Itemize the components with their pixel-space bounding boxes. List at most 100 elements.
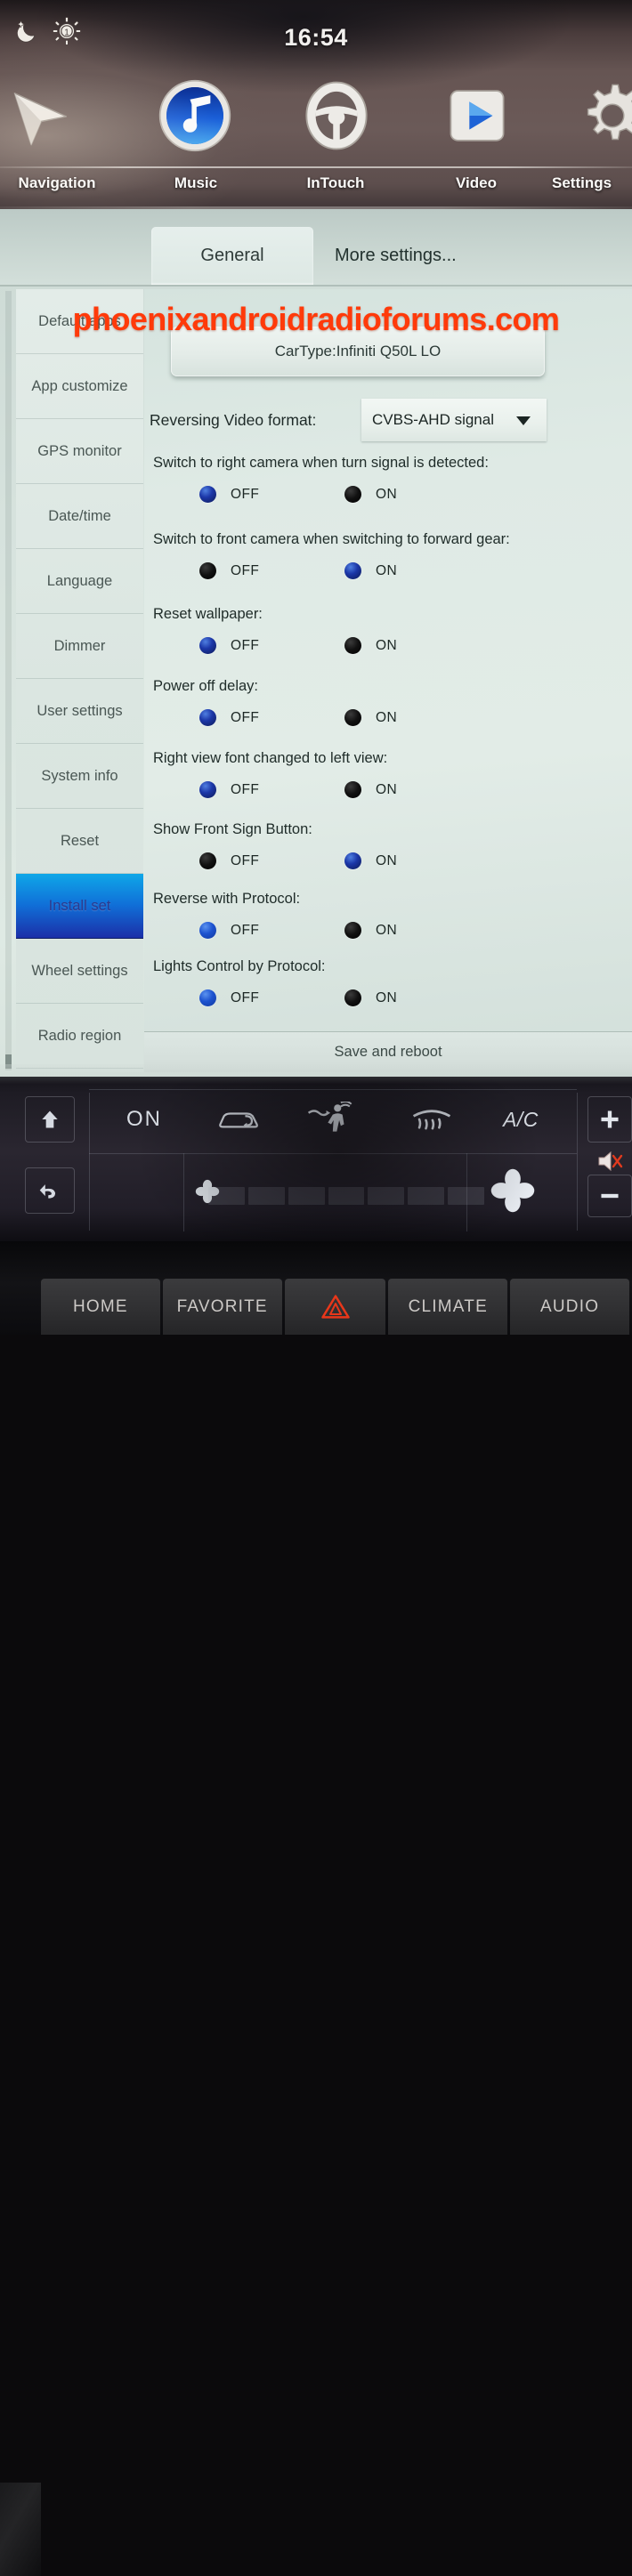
- sidebar-item-install-set[interactable]: Install set: [16, 874, 143, 939]
- sidebar-scrollbar[interactable]: [5, 291, 12, 1070]
- radio-label: OFF: [231, 709, 260, 725]
- radio-indicator: [344, 637, 361, 654]
- climate-power-button[interactable]: ON: [100, 1093, 189, 1146]
- bezel-left: [0, 2483, 41, 2576]
- up-arrow-button[interactable]: [25, 1096, 75, 1143]
- settings-sidebar: Default apps App customize GPS monitor D…: [16, 289, 143, 1072]
- sidebar-item-date-time[interactable]: Date/time: [16, 484, 143, 549]
- settings-tab-strip: General More settings...: [0, 209, 632, 285]
- app-label-navigation[interactable]: Navigation: [0, 174, 115, 192]
- airflow-mode-button[interactable]: [287, 1093, 376, 1146]
- setting-label: Switch to front camera when switching to…: [153, 531, 510, 547]
- hardware-button-bar: HOME FAVORITE CLIMATE AUDIO: [0, 1241, 632, 2576]
- hw-button-audio[interactable]: AUDIO: [510, 1279, 629, 1335]
- fan-high-icon: [488, 1166, 538, 1220]
- hw-button-favorite[interactable]: FAVORITE: [162, 1279, 282, 1335]
- sidebar-item-gps-monitor[interactable]: GPS monitor: [16, 419, 143, 484]
- sidebar-item-system-info[interactable]: System info: [16, 744, 143, 809]
- radio-option-off[interactable]: OFF: [199, 922, 344, 939]
- sidebar-item-language[interactable]: Language: [16, 549, 143, 614]
- reversing-video-format-dropdown[interactable]: CVBS-AHD signal: [361, 399, 547, 441]
- airflow-body-feet-icon: [307, 1102, 352, 1132]
- radio-option-off[interactable]: OFF: [199, 562, 344, 579]
- sidebar-item-wheel-settings[interactable]: Wheel settings: [16, 939, 143, 1004]
- temperature-up-button[interactable]: [587, 1096, 632, 1143]
- back-arrow-icon: [39, 1184, 56, 1199]
- app-navigation[interactable]: [0, 75, 94, 157]
- app-label-music[interactable]: Music: [138, 174, 254, 192]
- sidebar-item-radio-region[interactable]: Radio region: [16, 1004, 143, 1069]
- climate-control-bar: ON A/C: [0, 1077, 632, 1241]
- radio-label: OFF: [231, 486, 260, 502]
- sidebar-item-user-settings[interactable]: User settings: [16, 679, 143, 744]
- play-button-icon: [427, 75, 527, 157]
- sidebar-item-default-apps[interactable]: Default apps: [16, 289, 143, 354]
- radio-label: ON: [376, 922, 398, 938]
- radio-option-on[interactable]: ON: [344, 486, 397, 503]
- radio-option-on[interactable]: ON: [344, 709, 397, 726]
- setting-label: Show Front Sign Button:: [153, 821, 312, 837]
- hw-button-hazard[interactable]: [284, 1279, 386, 1335]
- ac-button[interactable]: A/C: [476, 1093, 565, 1146]
- radio-option-on[interactable]: ON: [344, 852, 397, 869]
- radio-option-off[interactable]: OFF: [199, 486, 344, 503]
- setting-show-front-sign-button: Show Front Sign Button: OFF ON: [153, 821, 629, 869]
- radio-indicator: [344, 486, 361, 503]
- app-video[interactable]: [427, 75, 527, 157]
- radio-option-on[interactable]: ON: [344, 637, 397, 654]
- app-label-row: Navigation Music InTouch Video Settings: [0, 174, 632, 205]
- radio-indicator: [344, 781, 361, 798]
- radio-option-on[interactable]: ON: [344, 989, 397, 1006]
- radio-option-on[interactable]: ON: [344, 922, 397, 939]
- tab-general[interactable]: General: [151, 227, 313, 285]
- app-label-video[interactable]: Video: [418, 174, 534, 192]
- app-settings[interactable]: [563, 75, 632, 157]
- hw-button-climate[interactable]: CLIMATE: [388, 1279, 508, 1335]
- radio-option-off[interactable]: OFF: [199, 637, 344, 654]
- radio-option-on[interactable]: ON: [344, 781, 397, 798]
- air-recirculation-button[interactable]: [194, 1093, 283, 1146]
- car-type-button[interactable]: CarType:Infiniti Q50L LO: [171, 327, 545, 376]
- app-icon-row: [0, 75, 632, 164]
- radio-label: OFF: [231, 637, 260, 653]
- reversing-video-format-value: CVBS-AHD signal: [372, 411, 494, 428]
- setting-switch-front-camera: Switch to front camera when switching to…: [153, 531, 629, 579]
- plus-icon: [601, 1110, 619, 1128]
- back-button[interactable]: [25, 1167, 75, 1214]
- setting-lights-control-by-protocol: Lights Control by Protocol: OFF ON: [153, 958, 629, 1006]
- radio-option-off[interactable]: OFF: [199, 852, 344, 869]
- save-and-reboot-button[interactable]: Save and reboot: [144, 1031, 632, 1072]
- app-label-settings[interactable]: Settings: [552, 174, 632, 192]
- app-intouch[interactable]: [287, 75, 386, 157]
- temperature-down-button[interactable]: [587, 1175, 632, 1217]
- hw-button-home[interactable]: HOME: [41, 1279, 160, 1335]
- up-arrow-icon: [42, 1110, 58, 1128]
- tab-more-settings[interactable]: More settings...: [319, 227, 632, 285]
- radio-indicator: [199, 486, 216, 503]
- radio-label: OFF: [231, 922, 260, 938]
- radio-option-off[interactable]: OFF: [199, 781, 344, 798]
- reversing-video-format-label: Reversing Video format:: [150, 410, 317, 429]
- radio-option-off[interactable]: OFF: [199, 989, 344, 1006]
- app-music[interactable]: [145, 75, 245, 157]
- radio-label: ON: [376, 989, 398, 1005]
- steering-wheel-icon: [287, 75, 386, 157]
- setting-label: Switch to right camera when turn signal …: [153, 455, 489, 471]
- sidebar-item-app-customize[interactable]: App customize: [16, 354, 143, 419]
- app-label-intouch[interactable]: InTouch: [278, 174, 393, 192]
- mute-speaker-icon[interactable]: [595, 1150, 625, 1173]
- sidebar-item-reset[interactable]: Reset: [16, 809, 143, 874]
- radio-indicator: [199, 637, 216, 654]
- sidebar-item-dimmer[interactable]: Dimmer: [16, 614, 143, 679]
- radio-label: ON: [376, 852, 398, 868]
- setting-label: Power off delay:: [153, 678, 259, 694]
- radio-indicator: [344, 852, 361, 869]
- radio-option-off[interactable]: OFF: [199, 709, 344, 726]
- radio-indicator: [344, 989, 361, 1006]
- radio-option-on[interactable]: ON: [344, 562, 397, 579]
- radio-indicator: [199, 709, 216, 726]
- radio-label: OFF: [231, 781, 260, 797]
- setting-power-off-delay: Power off delay: OFF ON: [153, 678, 629, 726]
- defrost-button[interactable]: [387, 1093, 476, 1146]
- fan-speed-slider[interactable]: [75, 1155, 587, 1240]
